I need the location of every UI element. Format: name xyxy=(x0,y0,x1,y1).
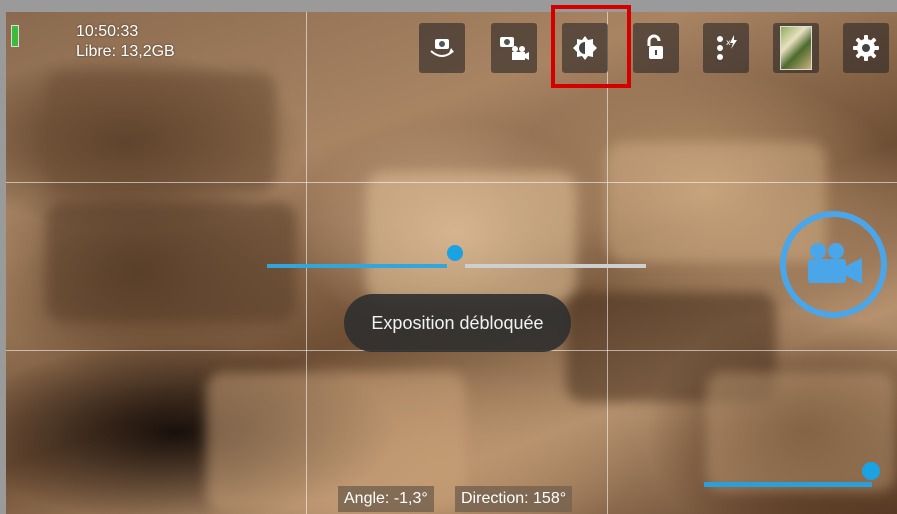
flash-options-icon: x xyxy=(717,35,737,60)
exposure-slider-track xyxy=(465,264,646,268)
gallery-thumbnail xyxy=(780,26,812,70)
status-info: 10:50:33 Libre: 13,2GB xyxy=(76,22,175,62)
photo-video-mode-button[interactable] xyxy=(491,23,537,73)
exposure-slider[interactable] xyxy=(267,245,646,268)
angle-readout: Angle: -1,3° xyxy=(338,486,434,512)
record-video-button[interactable] xyxy=(780,211,887,318)
highlight-box xyxy=(551,5,631,88)
zoom-slider-thumb[interactable] xyxy=(862,462,880,480)
switch-camera-button[interactable] xyxy=(419,23,465,73)
battery-indicator xyxy=(11,25,19,47)
video-camera-icon xyxy=(807,242,862,284)
camera-preview[interactable] xyxy=(6,12,897,514)
toast-message: Exposition débloquée xyxy=(344,294,571,352)
switch-camera-icon xyxy=(430,39,454,57)
photo-video-mode-icon xyxy=(500,37,529,60)
exposure-slider-fill xyxy=(267,264,447,268)
unlock-button[interactable] xyxy=(633,23,679,73)
direction-readout: Direction: 158° xyxy=(455,486,573,512)
unlock-icon xyxy=(647,34,663,59)
flash-options-button[interactable]: x xyxy=(703,23,749,73)
settings-button[interactable] xyxy=(843,23,889,73)
clock-text: 10:50:33 xyxy=(76,23,139,40)
free-space-text: Libre: 13,2GB xyxy=(76,43,175,60)
settings-icon xyxy=(853,35,879,61)
zoom-slider[interactable] xyxy=(704,482,872,487)
exposure-slider-thumb[interactable] xyxy=(447,245,463,261)
gallery-button[interactable] xyxy=(773,23,819,73)
